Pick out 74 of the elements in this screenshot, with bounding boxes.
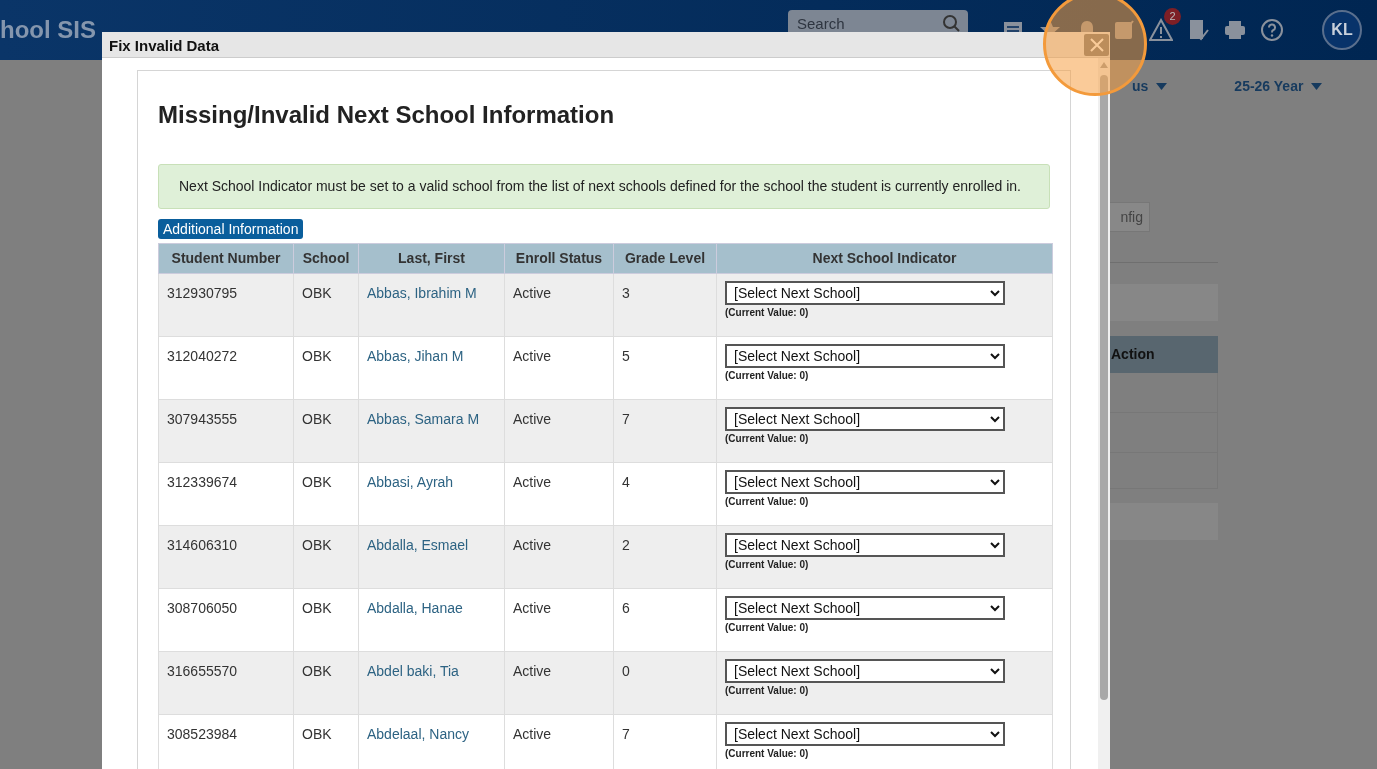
- student-link[interactable]: Abdel baki, Tia: [367, 662, 459, 679]
- dialog-title: Fix Invalid Data: [102, 32, 1110, 58]
- table-cell: Active: [513, 599, 552, 616]
- current-value-note: (Current Value: 0): [725, 306, 809, 318]
- current-value-note: (Current Value: 0): [725, 684, 809, 696]
- column-header: Grade Level: [613, 243, 717, 274]
- caret-icon: [1156, 82, 1168, 90]
- additional-info-button[interactable]: Additional Information: [158, 218, 304, 239]
- help-icon[interactable]: [1260, 18, 1284, 42]
- column-header: School: [293, 243, 359, 274]
- table-cell: OBK: [302, 725, 332, 742]
- next-school-select[interactable]: [Select Next School]: [725, 658, 1005, 683]
- warning-icon[interactable]: [1149, 18, 1173, 42]
- user-avatar[interactable]: KL: [1322, 10, 1362, 50]
- table-cell: Active: [513, 473, 552, 490]
- student-link[interactable]: Abbas, Jihan M: [367, 347, 464, 364]
- search-icon: [942, 14, 960, 32]
- table-cell: 7: [622, 410, 630, 427]
- current-value-note: (Current Value: 0): [725, 432, 809, 444]
- table-cell: 312930795: [167, 284, 238, 301]
- table-cell: 308706050: [167, 599, 238, 616]
- table-cell: Active: [513, 725, 552, 742]
- printer-icon[interactable]: [1223, 18, 1247, 42]
- table-cell: Active: [513, 284, 552, 301]
- table-cell: 6: [622, 599, 630, 616]
- student-link[interactable]: Abdalla, Esmael: [367, 536, 469, 553]
- current-value-note: (Current Value: 0): [725, 369, 809, 381]
- table-cell: 0: [622, 662, 630, 679]
- next-school-select[interactable]: [Select Next School]: [725, 469, 1005, 494]
- table-cell: 5: [622, 347, 630, 364]
- next-school-select[interactable]: [Select Next School]: [725, 595, 1005, 620]
- app-title: hool SIS: [0, 15, 96, 45]
- caret-icon: [1311, 82, 1323, 90]
- table-cell: Active: [513, 536, 552, 553]
- current-value-note: (Current Value: 0): [725, 558, 809, 570]
- table-cell: 7: [622, 725, 630, 742]
- table-cell: OBK: [302, 347, 332, 364]
- table-cell: Active: [513, 347, 552, 364]
- column-header: Enroll Status: [504, 243, 614, 274]
- current-value-note: (Current Value: 0): [725, 495, 809, 507]
- next-school-select[interactable]: [Select Next School]: [725, 721, 1005, 746]
- close-icon: [1089, 38, 1104, 52]
- current-value-note: (Current Value: 0): [725, 747, 809, 759]
- table-cell: OBK: [302, 284, 332, 301]
- table-cell: OBK: [302, 662, 332, 679]
- next-school-select[interactable]: [Select Next School]: [725, 343, 1005, 368]
- table-cell: 4: [622, 473, 630, 490]
- next-school-select[interactable]: [Select Next School]: [725, 532, 1005, 557]
- table-cell: 316655570: [167, 662, 238, 679]
- table-cell: OBK: [302, 536, 332, 553]
- notification-badge: 2: [1164, 8, 1181, 25]
- table-cell: OBK: [302, 410, 332, 427]
- next-school-select[interactable]: [Select Next School]: [725, 280, 1005, 305]
- table-cell: 307943555: [167, 410, 238, 427]
- table-cell: 2: [622, 536, 630, 553]
- student-link[interactable]: Abbas, Ibrahim M: [367, 284, 477, 301]
- table-cell: Active: [513, 662, 552, 679]
- table-cell: 314606310: [167, 536, 238, 553]
- column-header: Next School Indicator: [716, 243, 1053, 274]
- table-cell: 312339674: [167, 473, 238, 490]
- info-alert: Next School Indicator must be set to a valid school from the list of next schools defined for the school the student is currently enrolled in.: [158, 163, 1050, 209]
- page-heading: Missing/Invalid Next School Information: [158, 101, 616, 130]
- table-cell: 312040272: [167, 347, 238, 364]
- student-link[interactable]: Abdalla, Hanae: [367, 599, 463, 616]
- table-cell: 308523984: [167, 725, 238, 742]
- student-link[interactable]: Abbasi, Ayrah: [367, 473, 454, 490]
- table-cell: Active: [513, 410, 552, 427]
- column-header: Student Number: [158, 243, 294, 274]
- current-value-note: (Current Value: 0): [725, 621, 809, 633]
- next-school-select[interactable]: [Select Next School]: [725, 406, 1005, 431]
- table-cell: 3: [622, 284, 630, 301]
- table-cell: OBK: [302, 599, 332, 616]
- table-cell: OBK: [302, 473, 332, 490]
- column-header: Last, First: [358, 243, 505, 274]
